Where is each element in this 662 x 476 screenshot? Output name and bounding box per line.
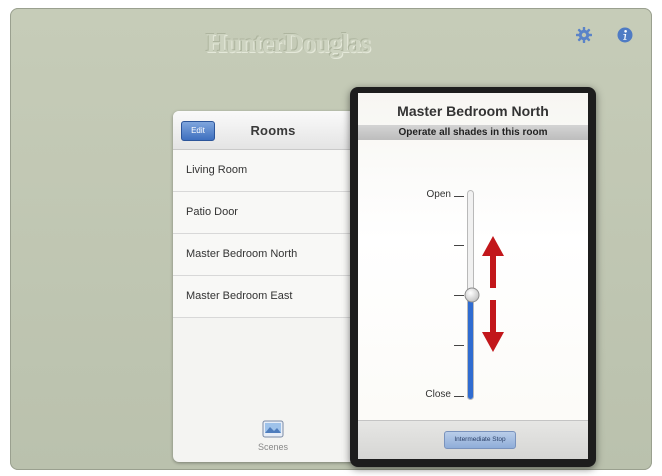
open-label: Open <box>426 189 451 200</box>
room-item-master-bedroom-east[interactable]: Master Bedroom East <box>173 276 373 318</box>
shade-panel-footer: Intermediate Stop <box>358 420 588 459</box>
tick-mark <box>454 196 464 197</box>
tick-mark <box>454 345 464 346</box>
operate-all-shades-banner: Operate all shades in this room <box>358 125 588 140</box>
slider-fill <box>468 295 473 399</box>
tick-mark <box>454 245 464 246</box>
info-icon[interactable] <box>616 26 634 44</box>
arrow-up-icon <box>482 236 504 288</box>
slider-thumb[interactable] <box>464 287 480 303</box>
scenes-tab[interactable]: Scenes <box>173 420 373 452</box>
arrow-down-icon <box>482 300 504 352</box>
rooms-title: Rooms <box>250 123 296 138</box>
rooms-header: Edit Rooms <box>173 111 373 150</box>
scenes-label: Scenes <box>257 442 289 452</box>
tick-mark <box>454 295 464 296</box>
room-item-patio-door[interactable]: Patio Door <box>173 192 373 234</box>
close-label: Close <box>425 389 451 400</box>
room-item-master-bedroom-north[interactable]: Master Bedroom North <box>173 234 373 276</box>
image-icon <box>262 420 284 438</box>
room-item-living-room[interactable]: Living Room <box>173 150 373 192</box>
shade-panel-title: Master Bedroom North <box>397 103 549 119</box>
tick-mark <box>454 396 464 397</box>
rooms-panel: Edit Rooms Living Room Patio Door Master… <box>173 111 373 462</box>
intermediate-stop-button[interactable]: Intermediate Stop <box>444 431 516 449</box>
gear-icon[interactable] <box>575 26 593 44</box>
room-list: Living Room Patio Door Master Bedroom No… <box>173 150 373 318</box>
brand-logo: HunterDouglas <box>205 28 371 58</box>
